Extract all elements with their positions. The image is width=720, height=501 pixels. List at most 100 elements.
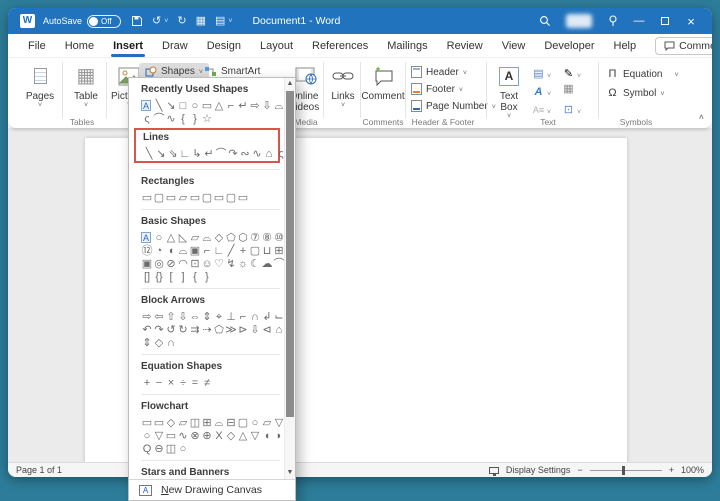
shape-icon[interactable]: ⊖ [153, 443, 165, 456]
shape-icon[interactable]: A [141, 232, 151, 243]
undo-icon[interactable]: ↺ [152, 15, 161, 27]
redo-icon[interactable]: ↻ [177, 15, 186, 27]
menu-scrollbar[interactable]: ▲ ▼ [284, 78, 295, 479]
shape-icon[interactable]: ○ [177, 443, 189, 456]
shape-icon[interactable]: { [177, 113, 189, 126]
tab-review[interactable]: Review [447, 40, 483, 52]
shape-icon[interactable]: ↵ [237, 100, 249, 113]
shape-icon[interactable]: Q [141, 443, 153, 456]
autosave-toggle[interactable]: Off [87, 14, 122, 28]
undo-chevron-icon[interactable]: ˅ [164, 18, 168, 25]
shape-icon[interactable]: ▭ [165, 192, 177, 205]
shape-icon[interactable]: ↳ [191, 148, 203, 161]
shape-icon[interactable]: = [189, 377, 201, 390]
shape-icon[interactable]: × [165, 377, 177, 390]
shape-icon[interactable]: ∟ [179, 148, 191, 161]
tab-home[interactable]: Home [65, 40, 94, 52]
tab-draw[interactable]: Draw [162, 40, 188, 52]
shape-icon[interactable]: ⊲ [261, 324, 273, 337]
shape-icon[interactable]: ≫ [225, 324, 237, 337]
shape-icon[interactable]: ╲ [143, 148, 155, 161]
shape-icon[interactable]: ◫ [165, 443, 177, 456]
tab-references[interactable]: References [312, 40, 368, 52]
shape-icon[interactable]: ≠ [201, 377, 213, 390]
shape-icon[interactable]: ⇩ [249, 324, 261, 337]
quick-parts-button[interactable]: ▤ [532, 65, 551, 83]
text-box-button[interactable]: A Text Box ˅ [489, 63, 529, 121]
shape-icon[interactable]: ⌒ [215, 148, 227, 161]
shape-icon[interactable]: ☆ [201, 113, 213, 126]
tab-help[interactable]: Help [614, 40, 637, 52]
shape-icon[interactable]: ⌓ [273, 100, 284, 113]
shape-icon[interactable]: ↵ [203, 148, 215, 161]
shape-icon[interactable]: ∿ [165, 113, 177, 126]
scroll-up-icon[interactable]: ▲ [285, 78, 295, 90]
avatar[interactable] [566, 14, 592, 28]
shape-icon[interactable]: ▽ [249, 430, 261, 443]
shape-icon[interactable]: } [189, 113, 201, 126]
shape-icon[interactable]: {} [153, 271, 165, 284]
shape-icon[interactable]: ◇ [225, 430, 237, 443]
search-icon[interactable] [532, 8, 558, 34]
links-button[interactable]: Links ˅ [321, 63, 365, 110]
shape-icon[interactable]: ς [275, 148, 284, 161]
shape-icon[interactable]: ↻ [177, 324, 189, 337]
shape-icon[interactable]: ▱ [177, 192, 189, 205]
signature-line-button[interactable]: ✎ [562, 65, 581, 83]
close-button[interactable]: × [678, 8, 704, 34]
shape-icon[interactable]: ⊗ [189, 430, 201, 443]
shape-icon[interactable]: ⌒ [153, 113, 165, 126]
header-button[interactable]: Header [411, 64, 467, 80]
shape-icon[interactable]: ÷ [177, 377, 189, 390]
shape-icon[interactable]: ↯ [225, 258, 237, 271]
shape-icon[interactable]: ◇ [153, 337, 165, 350]
collapse-ribbon-icon[interactable]: ˄ [699, 112, 704, 122]
shape-icon[interactable]: ⇨ [249, 100, 261, 113]
footer-button[interactable]: Footer [411, 81, 463, 97]
shape-icon[interactable]: ▢ [201, 192, 213, 205]
tab-developer[interactable]: Developer [544, 40, 594, 52]
shape-icon[interactable]: ⇢ [201, 324, 213, 337]
tab-design[interactable]: Design [207, 40, 241, 52]
shape-icon[interactable]: { [189, 271, 201, 284]
shape-icon[interactable]: ∾ [239, 148, 251, 161]
shape-icon[interactable]: ☼ [237, 258, 249, 271]
zoom-slider[interactable] [589, 465, 662, 475]
shape-icon[interactable]: △ [237, 430, 249, 443]
shape-icon[interactable]: ☁ [261, 258, 273, 271]
new-drawing-canvas-item[interactable]: A New Drawing Canvas [129, 479, 295, 500]
shape-icon[interactable]: ☾ [249, 258, 261, 271]
symbol-button[interactable]: Ω Symbol [606, 85, 664, 101]
shape-icon[interactable]: + [141, 377, 153, 390]
shape-icon[interactable]: ⬠ [213, 324, 225, 337]
shape-icon[interactable]: A [141, 100, 151, 111]
tab-view[interactable]: View [502, 40, 526, 52]
save-icon[interactable] [131, 15, 143, 27]
shape-icon[interactable]: ♡ [213, 258, 225, 271]
scrollbar-thumb[interactable] [286, 91, 294, 417]
tab-mailings[interactable]: Mailings [387, 40, 427, 52]
tab-file[interactable]: File [28, 40, 46, 52]
shape-icon[interactable]: ▭ [189, 192, 201, 205]
shape-icon[interactable]: [ [165, 271, 177, 284]
page-indicator[interactable]: Page 1 of 1 [16, 465, 62, 475]
shape-icon[interactable]: ◖ [261, 430, 273, 443]
shape-icon[interactable]: ⊳ [237, 324, 249, 337]
qat-overflow-icon[interactable]: ˅ [228, 18, 232, 25]
shape-icon[interactable]: △ [213, 100, 225, 113]
maximize-button[interactable] [652, 8, 678, 34]
shape-icon[interactable]: ◗ [273, 430, 284, 443]
shape-icon[interactable]: ∩ [165, 337, 177, 350]
shape-icon[interactable]: ▢ [225, 192, 237, 205]
shape-icon[interactable]: ⊕ [201, 430, 213, 443]
page-number-button[interactable]: Page Number [411, 98, 496, 114]
wordart-button[interactable]: A [532, 83, 551, 101]
comment-button[interactable]: Comment [361, 63, 405, 102]
date-time-button[interactable]: ▦ [562, 83, 575, 95]
shape-icon[interactable]: − [153, 377, 165, 390]
comments-button[interactable]: Comments [655, 36, 712, 55]
shape-icon[interactable]: ▭ [237, 192, 249, 205]
zoom-out-button[interactable]: − [577, 465, 582, 475]
shape-icon[interactable]: ↘ [155, 148, 167, 161]
scroll-down-icon[interactable]: ▼ [285, 467, 295, 479]
